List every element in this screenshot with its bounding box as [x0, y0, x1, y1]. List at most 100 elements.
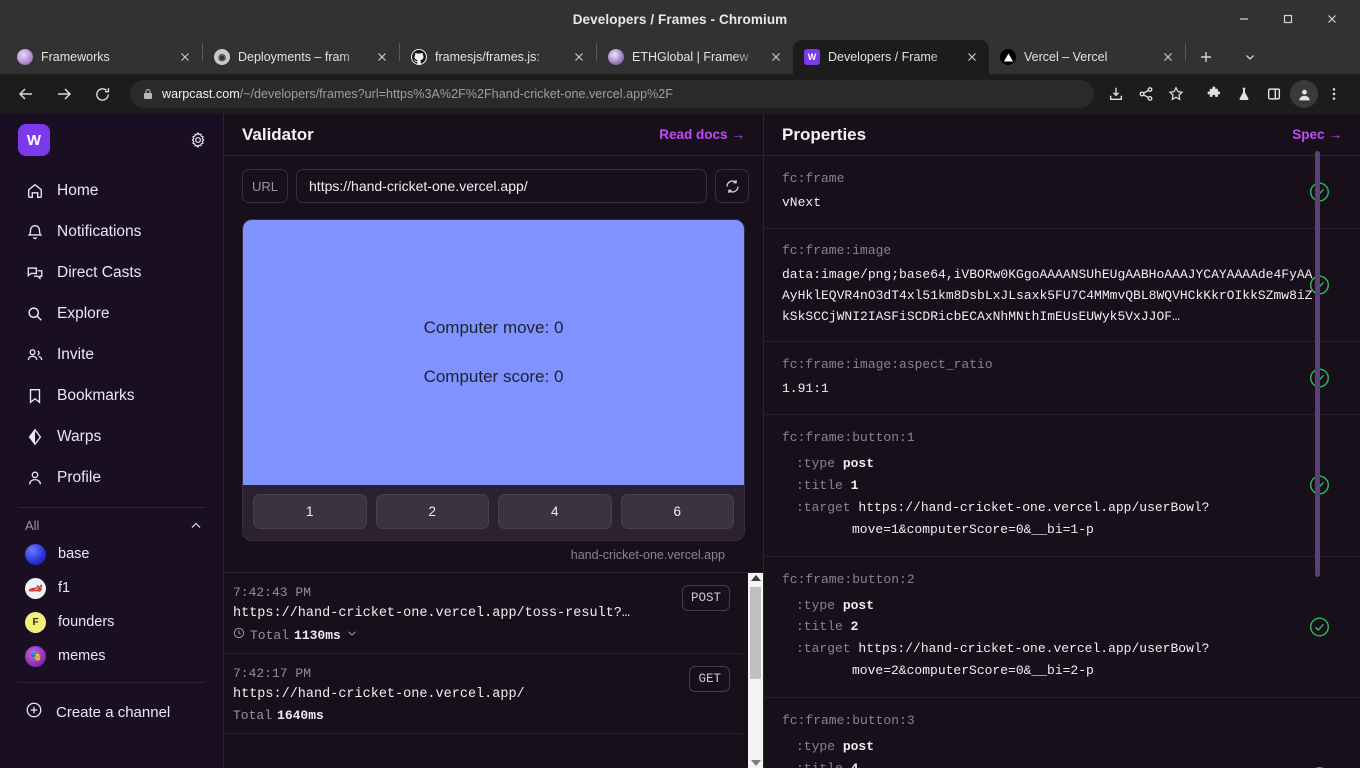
bell-icon — [25, 222, 44, 241]
side-panel-icon[interactable] — [1260, 80, 1288, 108]
maximize-button[interactable] — [1266, 3, 1310, 35]
properties-scrollbar[interactable] — [1315, 151, 1320, 767]
sidebar-item-invite[interactable]: Invite — [0, 334, 223, 375]
sidebar-item-label: Home — [57, 181, 99, 199]
scrollbar-thumb[interactable] — [750, 587, 761, 679]
frame-button-4[interactable]: 6 — [620, 494, 734, 529]
read-docs-label: Read docs — [659, 127, 728, 142]
sidebar-item-label: Explore — [57, 304, 110, 322]
warpcast-favicon: W — [804, 49, 820, 65]
scroll-up-arrow-icon[interactable] — [750, 575, 761, 581]
chevron-down-icon[interactable] — [346, 627, 358, 643]
tab-close-icon[interactable] — [176, 48, 194, 66]
sidebar-item-explore[interactable]: Explore — [0, 293, 223, 334]
url-input[interactable] — [296, 169, 707, 203]
lock-icon — [142, 88, 154, 100]
vercel-favicon — [1000, 49, 1016, 65]
spec-link[interactable]: Spec → — [1292, 127, 1342, 142]
tab-close-icon[interactable] — [570, 48, 588, 66]
read-docs-link[interactable]: Read docs → — [659, 127, 745, 142]
sidebar-item-direct-casts[interactable]: Direct Casts — [0, 252, 223, 293]
browser-tab-4-active[interactable]: W Developers / Frame — [793, 40, 989, 74]
create-channel-label: Create a channel — [56, 703, 171, 721]
tab-label: Frameworks — [41, 50, 110, 64]
address-bar[interactable]: warpcast.com/~/developers/frames?url=htt… — [130, 80, 1094, 108]
property-value: 1.91:1 — [782, 381, 829, 397]
sidebar-channel-base[interactable]: base — [0, 537, 223, 571]
channel-label: f1 — [58, 580, 71, 596]
field-key: :target — [796, 641, 851, 657]
chevron-up-icon[interactable] — [189, 519, 203, 533]
browser-tab-5[interactable]: Vercel – Vercel — [989, 40, 1185, 74]
url-row: URL — [224, 156, 763, 216]
property-key: fc:frame:image:aspect_ratio — [782, 357, 993, 373]
sidebar-channel-memes[interactable]: 🎭 memes — [0, 639, 223, 673]
log-total[interactable]: Total 1130ms — [233, 627, 672, 643]
property-main: fc:frame vNext — [782, 171, 1320, 213]
profile-icon[interactable] — [1290, 80, 1318, 108]
frame-button-2[interactable]: 2 — [375, 494, 489, 529]
browser-tab-1[interactable]: ◉ Deployments – fram — [203, 40, 399, 74]
log-timestamp: 7:42:43 PM — [233, 585, 312, 600]
install-icon[interactable] — [1102, 80, 1130, 108]
create-channel-button[interactable]: Create a channel — [0, 692, 223, 732]
address-domain: warpcast.com — [162, 87, 240, 101]
sidebar-item-warps[interactable]: Warps — [0, 416, 223, 457]
frame-button-1[interactable]: 1 — [253, 494, 367, 529]
scroll-down-arrow-icon[interactable] — [750, 760, 761, 766]
browser-tab-3[interactable]: ETHGlobal | Framew — [597, 40, 793, 74]
f1-avatar: 🏎 — [25, 577, 46, 599]
log-row[interactable]: 7:42:17 PM https://hand-cricket-one.verc… — [224, 654, 742, 734]
tab-search-chevron-down-icon[interactable] — [1236, 43, 1264, 71]
back-arrow-icon[interactable] — [11, 79, 41, 109]
sidebar-item-notifications[interactable]: Notifications — [0, 211, 223, 252]
sidebar-channel-founders[interactable]: F founders — [0, 605, 223, 639]
tab-close-icon[interactable] — [1159, 48, 1177, 66]
extensions-puzzle-icon[interactable] — [1200, 80, 1228, 108]
base-avatar — [25, 543, 46, 565]
tab-label: ETHGlobal | Framew — [632, 50, 749, 64]
browser-tab-0[interactable]: Frameworks — [6, 40, 202, 74]
property-main: fc:frame:image data:image/png;base64,iVB… — [782, 243, 1320, 327]
property-field-target: :target https://hand-cricket-one.vercel.… — [782, 497, 1320, 519]
new-tab-button[interactable] — [1192, 43, 1220, 71]
page-content: W Home Notifications Direct Casts Explor… — [0, 114, 1360, 768]
sidebar-header: W — [0, 114, 223, 164]
log-row[interactable]: 7:42:43 PM https://hand-cricket-one.verc… — [224, 573, 742, 654]
bookmark-star-icon[interactable] — [1162, 80, 1190, 108]
field-key: :type — [796, 738, 836, 754]
sidebar-item-home[interactable]: Home — [0, 170, 223, 211]
gear-icon[interactable] — [189, 131, 207, 149]
forward-arrow-icon[interactable] — [49, 79, 79, 109]
property-row-aspect-ratio: fc:frame:image:aspect_ratio 1.91:1 — [764, 342, 1360, 416]
property-row-button-2: fc:frame:button:2 :type post :title 2 :t… — [764, 557, 1360, 698]
reload-icon[interactable] — [87, 79, 117, 109]
log-scrollbar[interactable] — [748, 573, 763, 768]
sidebar-channel-f1[interactable]: 🏎 f1 — [0, 571, 223, 605]
sidebar-item-profile[interactable]: Profile — [0, 457, 223, 498]
minimize-button[interactable] — [1222, 3, 1266, 35]
window-titlebar: Developers / Frames - Chromium — [0, 0, 1360, 38]
refresh-icon[interactable] — [715, 169, 749, 203]
sidebar-item-bookmarks[interactable]: Bookmarks — [0, 375, 223, 416]
share-icon[interactable] — [1132, 80, 1160, 108]
tab-close-icon[interactable] — [963, 48, 981, 66]
window-controls — [1222, 3, 1360, 35]
frame-host-label: hand-cricket-one.vercel.app — [570, 548, 725, 562]
tab-close-icon[interactable] — [373, 48, 391, 66]
toolbar-actions — [1102, 80, 1348, 108]
lab-flask-icon[interactable] — [1230, 80, 1258, 108]
frame-button-3[interactable]: 4 — [498, 494, 612, 529]
bookmark-icon — [25, 386, 44, 405]
warpcast-logo[interactable]: W — [18, 124, 50, 156]
close-button[interactable] — [1310, 3, 1354, 35]
clock-icon — [233, 627, 245, 643]
tab-strip: Frameworks ◉ Deployments – fram framesjs… — [0, 38, 1360, 74]
tab-close-icon[interactable] — [767, 48, 785, 66]
tab-label: Deployments – fram — [238, 50, 350, 64]
tab-label: Developers / Frame — [828, 50, 938, 64]
more-menu-icon[interactable] — [1320, 80, 1348, 108]
sidebar-group-all[interactable]: All — [0, 508, 223, 537]
scrollbar-thumb[interactable] — [1315, 151, 1320, 577]
browser-tab-2[interactable]: framesjs/frames.js: — [400, 40, 596, 74]
